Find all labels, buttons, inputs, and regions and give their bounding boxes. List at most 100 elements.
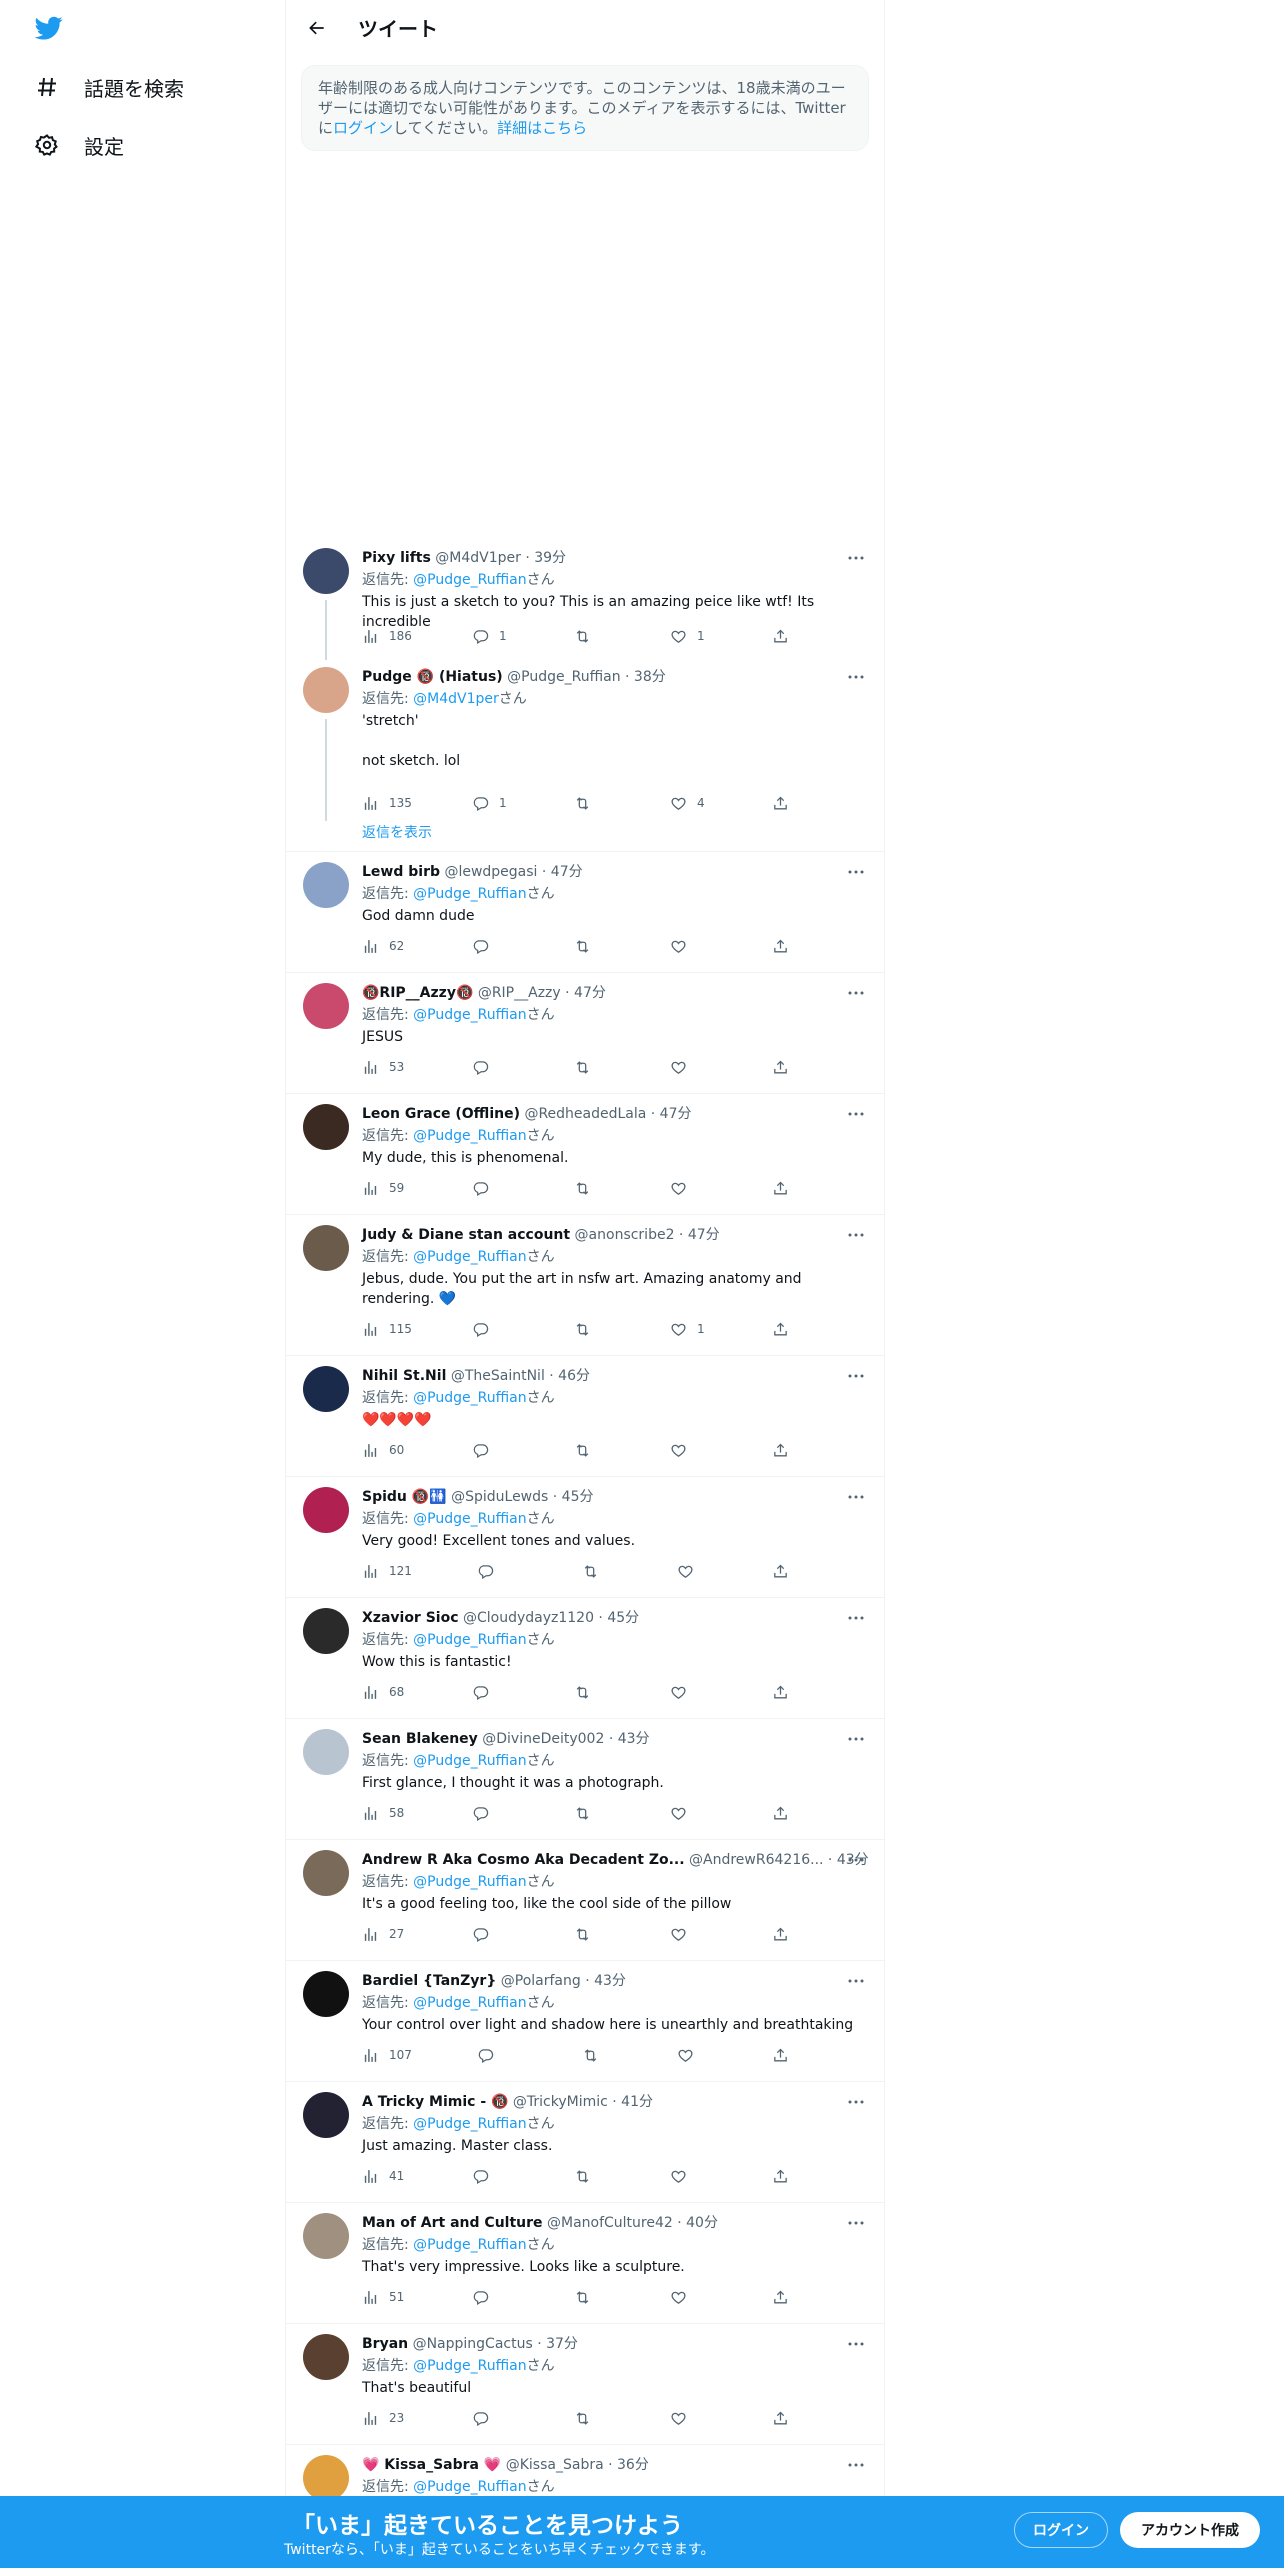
share-button[interactable] (772, 1180, 789, 1197)
avatar[interactable] (303, 862, 349, 908)
back-arrow-icon[interactable] (300, 11, 334, 45)
views-button[interactable]: 41 (362, 2168, 404, 2185)
display-name[interactable]: Sean Blakeney (362, 1731, 478, 1747)
reply-button[interactable]: 1 (472, 795, 507, 812)
display-name[interactable]: Bardiel {TanZyr} (362, 1973, 496, 1989)
share-button[interactable] (772, 1684, 789, 1701)
display-name[interactable]: Pixy lifts (362, 550, 431, 566)
like-button[interactable] (670, 1805, 697, 1822)
handle-and-time[interactable]: @anonscribe2 · 47分 (575, 1227, 720, 1243)
retweet-button[interactable] (574, 2168, 601, 2185)
reply-button[interactable] (472, 938, 499, 955)
share-button[interactable] (772, 2410, 789, 2427)
display-name[interactable]: Man of Art and Culture (362, 2215, 543, 2231)
login-button[interactable]: ログイン (1014, 2512, 1108, 2548)
more-icon[interactable] (844, 2455, 868, 2475)
like-button[interactable] (670, 1180, 697, 1197)
handle-and-time[interactable]: @Pudge_Ruffian · 38分 (507, 669, 666, 685)
views-button[interactable]: 23 (362, 2410, 404, 2427)
handle-and-time[interactable]: @RedheadedLala · 47分 (524, 1106, 691, 1122)
views-button[interactable]: 27 (362, 1926, 404, 1943)
share-button[interactable] (772, 1442, 789, 1459)
share-button[interactable] (772, 938, 789, 955)
reply-button[interactable] (472, 1684, 499, 1701)
reply-button[interactable] (472, 1321, 499, 1338)
display-name[interactable]: Lewd birb (362, 864, 440, 880)
views-button[interactable]: 68 (362, 1684, 404, 1701)
mention-link[interactable]: @Pudge_Ruffian (413, 1753, 526, 1769)
retweet-button[interactable] (582, 1563, 609, 1580)
signup-button[interactable]: アカウント作成 (1120, 2512, 1260, 2548)
handle-and-time[interactable]: @M4dV1per · 39分 (435, 550, 566, 566)
views-button[interactable]: 51 (362, 2289, 404, 2306)
mention-link[interactable]: @Pudge_Ruffian (413, 2479, 526, 2495)
display-name[interactable]: 💗 Kissa_Sabra 💗 (362, 2457, 501, 2473)
reply-button[interactable]: 1 (472, 628, 507, 645)
like-button[interactable] (670, 1059, 697, 1076)
sidebar-item-explore[interactable]: 話題を検索 (34, 67, 184, 107)
more-icon[interactable] (844, 667, 868, 687)
share-button[interactable] (772, 1926, 789, 1943)
mention-link[interactable]: @Pudge_Ruffian (413, 1007, 526, 1023)
mention-link[interactable]: @Pudge_Ruffian (413, 2116, 526, 2132)
views-button[interactable]: 53 (362, 1059, 404, 1076)
avatar[interactable] (303, 1487, 349, 1533)
avatar[interactable] (303, 2455, 349, 2501)
like-button[interactable] (677, 1563, 704, 1580)
views-button[interactable]: 62 (362, 938, 404, 955)
handle-and-time[interactable]: @TrickyMimic · 41分 (513, 2094, 653, 2110)
reply-button[interactable] (472, 2289, 499, 2306)
handle-and-time[interactable]: @ManofCulture42 · 40分 (547, 2215, 718, 2231)
more-icon[interactable] (844, 548, 868, 568)
reply-button[interactable] (477, 2047, 504, 2064)
display-name[interactable]: Bryan (362, 2336, 408, 2352)
avatar[interactable] (303, 983, 349, 1029)
share-button[interactable] (772, 1321, 789, 1338)
more-icon[interactable] (844, 862, 868, 882)
avatar[interactable] (303, 1971, 349, 2017)
more-icon[interactable] (844, 2092, 868, 2112)
display-name[interactable]: 🔞RIP__Azzy🔞 (362, 985, 473, 1001)
retweet-button[interactable] (574, 1684, 601, 1701)
reply-button[interactable] (472, 1180, 499, 1197)
share-button[interactable] (772, 1563, 789, 1580)
display-name[interactable]: Pudge 🔞 (Hiatus) (362, 669, 503, 685)
like-button[interactable] (670, 1684, 697, 1701)
mention-link[interactable]: @M4dV1per (413, 691, 499, 707)
handle-and-time[interactable]: @AndrewR64216... · 43分 (689, 1852, 869, 1868)
display-name[interactable]: Xzavior Sioc (362, 1610, 459, 1626)
like-button[interactable] (677, 2047, 704, 2064)
mention-link[interactable]: @Pudge_Ruffian (413, 2358, 526, 2374)
like-button[interactable] (670, 2168, 697, 2185)
display-name[interactable]: Nihil St.Nil (362, 1368, 446, 1384)
handle-and-time[interactable]: @SpiduLewds · 45分 (451, 1489, 593, 1505)
retweet-button[interactable] (582, 2047, 609, 2064)
avatar[interactable] (303, 1850, 349, 1896)
handle-and-time[interactable]: @RIP__Azzy · 47分 (478, 985, 606, 1001)
mention-link[interactable]: @Pudge_Ruffian (413, 1995, 526, 2011)
share-button[interactable] (772, 2047, 789, 2064)
reply-button[interactable] (472, 2168, 499, 2185)
retweet-button[interactable] (574, 1059, 601, 1076)
handle-and-time[interactable]: @lewdpegasi · 47分 (444, 864, 582, 880)
display-name[interactable]: Andrew R Aka Cosmo Aka Decadent Zo... (362, 1852, 685, 1868)
login-link[interactable]: ログイン (333, 119, 393, 137)
reply-button[interactable] (472, 1926, 499, 1943)
avatar[interactable] (303, 1729, 349, 1775)
display-name[interactable]: Judy & Diane stan account (362, 1227, 570, 1243)
reply-button[interactable] (472, 1805, 499, 1822)
retweet-button[interactable] (574, 1180, 601, 1197)
more-icon[interactable] (844, 1487, 868, 1507)
sidebar-item-settings[interactable]: 設定 (34, 125, 124, 165)
retweet-button[interactable] (574, 628, 601, 645)
avatar[interactable] (303, 2213, 349, 2259)
avatar[interactable] (303, 2092, 349, 2138)
retweet-button[interactable] (574, 1926, 601, 1943)
mention-link[interactable]: @Pudge_Ruffian (413, 886, 526, 902)
views-button[interactable]: 115 (362, 1321, 412, 1338)
retweet-button[interactable] (574, 1321, 601, 1338)
handle-and-time[interactable]: @Cloudydayz1120 · 45分 (463, 1610, 639, 1626)
mention-link[interactable]: @Pudge_Ruffian (413, 1874, 526, 1890)
more-icon[interactable] (844, 1104, 868, 1124)
retweet-button[interactable] (574, 1442, 601, 1459)
